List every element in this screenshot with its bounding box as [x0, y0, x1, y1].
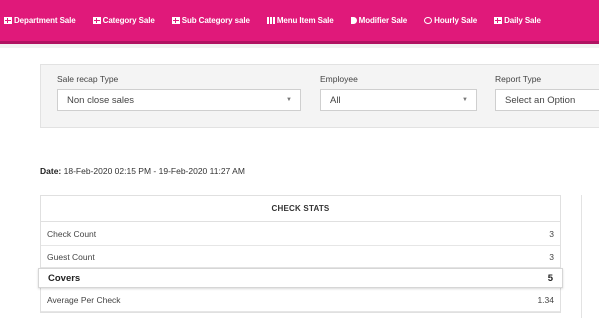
tab-label: Hourly Sale [434, 16, 478, 25]
row-label: Average Per Check [47, 294, 121, 305]
divider [581, 195, 582, 318]
date-label: Date: [40, 166, 62, 176]
table-row: Guest Count 3 [41, 246, 560, 268]
filter-panel: Sale recap Type Non close sales ▼ Employ… [40, 64, 599, 128]
d-icon [350, 17, 357, 24]
clock-icon [424, 17, 433, 24]
sale-recap-type-value: Non close sales [67, 94, 135, 106]
row-value: 1.34 [537, 294, 554, 305]
row-label: Guest Count [47, 251, 95, 262]
report-tabs-bar: Department Sale Category Sale Sub Catego… [0, 0, 599, 41]
tab-label: Sub Category sale [181, 16, 250, 25]
tab-label: Department Sale [14, 16, 76, 25]
chevron-down-icon: ▼ [286, 97, 292, 103]
date-value: 18-Feb-2020 02:15 PM - 19-Feb-2020 11:27… [63, 166, 245, 176]
tab-modifier-sale[interactable]: Modifier Sale [350, 16, 408, 25]
row-label: Covers [48, 272, 81, 284]
check-stats-table: CHECK STATS Check Count 3 Guest Count 3 … [38, 195, 563, 313]
chevron-down-icon: ▼ [462, 97, 468, 103]
grid-icon [171, 17, 180, 24]
tab-department-sale[interactable]: Department Sale [4, 16, 76, 25]
row-label: Check Count [47, 228, 97, 239]
tab-daily-sale[interactable]: Daily Sale [494, 16, 541, 25]
tab-label: Modifier Sale [358, 16, 408, 25]
tab-label: Category Sale [102, 16, 155, 25]
sale-recap-type-label: Sale recap Type [57, 74, 119, 84]
sale-recap-type-select[interactable]: Non close sales ▼ [57, 89, 301, 111]
row-value: 5 [547, 272, 553, 284]
employee-value: All [330, 94, 341, 106]
tab-label: Daily Sale [504, 16, 541, 25]
tab-category-sale[interactable]: Category Sale [92, 16, 155, 25]
employee-label: Employee [320, 74, 358, 84]
report-type-select[interactable]: Select an Option [495, 89, 599, 111]
date-range: Date: 18-Feb-2020 02:15 PM - 19-Feb-2020… [40, 166, 245, 176]
grid-icon [494, 17, 503, 24]
bars-icon [266, 17, 275, 24]
check-stats-title: CHECK STATS [41, 196, 560, 222]
tab-menu-item-sale[interactable]: Menu Item Sale [266, 16, 334, 25]
row-value: 3 [549, 228, 554, 239]
table-row: Average Per Check 1.34 [41, 288, 560, 312]
table-row: Check Count 3 [41, 222, 560, 246]
tab-label: Menu Item Sale [276, 16, 334, 25]
tab-sub-category-sale[interactable]: Sub Category sale [171, 16, 250, 25]
grid-icon [4, 17, 12, 24]
nav-shadow-strip [0, 44, 599, 48]
row-value: 3 [549, 251, 554, 262]
employee-select[interactable]: All ▼ [320, 89, 477, 111]
grid-icon [92, 17, 101, 24]
tab-hourly-sale[interactable]: Hourly Sale [424, 16, 477, 25]
report-type-label: Report Type [495, 74, 542, 84]
table-row-highlighted: Covers 5 [38, 268, 563, 288]
report-type-value: Select an Option [505, 94, 576, 106]
